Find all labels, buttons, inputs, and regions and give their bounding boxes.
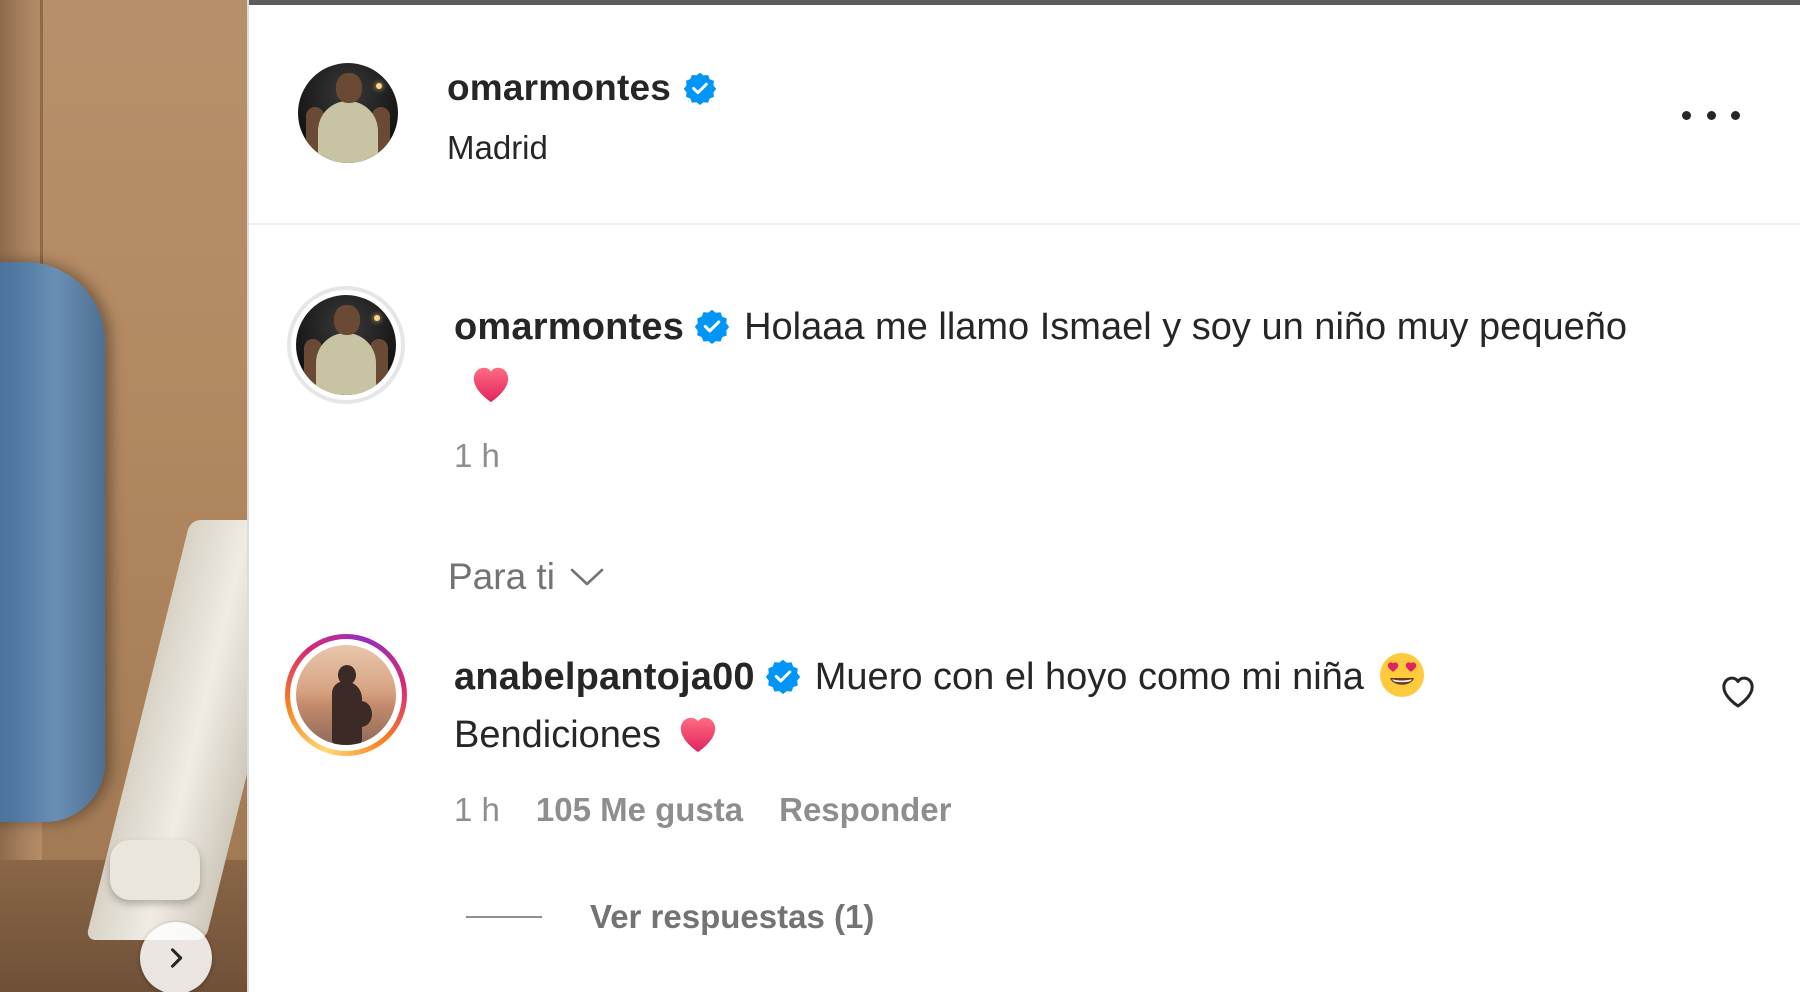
photo-chair-base (110, 840, 200, 900)
photo-chair-seat (0, 262, 105, 822)
heart-outline-icon (1722, 676, 1754, 708)
post-header: omarmontes Madrid (249, 5, 1800, 225)
chevron-down-icon (570, 568, 604, 586)
comment-timestamp[interactable]: 1 h (454, 791, 500, 829)
comment-text: anabelpantoja00 Muero con el hoyo como m… (454, 648, 1654, 764)
red-heart-icon (473, 367, 509, 403)
view-replies-button[interactable]: Ver respuestas (1) (466, 898, 874, 936)
caption-meta: 1 h (454, 437, 500, 475)
caption-text: omarmontes Holaaa me llamo Ismael y soy … (454, 298, 1654, 414)
comment-body-line2: Bendiciones (454, 714, 662, 756)
caption-avatar-ring[interactable] (287, 286, 405, 404)
next-media-button[interactable] (140, 922, 212, 992)
comment-sort-label: Para ti (448, 556, 555, 597)
caption-avatar[interactable] (296, 295, 396, 395)
like-comment-button[interactable] (1718, 672, 1758, 715)
reply-button[interactable]: Responder (779, 791, 951, 829)
comment-body-line1: Muero con el hoyo como mi niña (814, 656, 1364, 698)
commenter-story-ring[interactable] (285, 634, 407, 756)
caption-body: Holaaa me llamo Ismael y soy un niño muy… (744, 306, 1627, 348)
commenter-avatar[interactable] (296, 645, 396, 745)
comment-meta: 1 h 105 Me gusta Responder (454, 791, 952, 829)
comment-sort-dropdown[interactable]: Para ti (448, 556, 605, 598)
post-location[interactable]: Madrid (447, 129, 548, 167)
dot (1731, 110, 1740, 120)
verified-badge-icon (694, 309, 730, 344)
verified-badge-icon (683, 72, 717, 105)
dot (1682, 110, 1691, 120)
view-replies-label: Ver respuestas (1) (590, 898, 875, 935)
author-name-row: omarmontes (447, 67, 717, 109)
more-options-button[interactable] (1682, 105, 1740, 125)
caption-timestamp[interactable]: 1 h (454, 437, 500, 475)
comment-username[interactable]: anabelpantoja00 (454, 656, 755, 698)
comment-like-count[interactable]: 105 Me gusta (536, 791, 743, 829)
heart-eyes-icon (1379, 652, 1424, 697)
chevron-right-icon (170, 948, 183, 968)
author-avatar[interactable] (298, 63, 398, 163)
dot (1706, 110, 1716, 120)
verified-badge-icon (765, 659, 800, 694)
post-media (0, 0, 247, 992)
red-heart-icon (680, 717, 716, 753)
replies-divider-line (466, 916, 542, 918)
author-username[interactable]: omarmontes (447, 67, 671, 109)
caption-username[interactable]: omarmontes (454, 306, 684, 348)
